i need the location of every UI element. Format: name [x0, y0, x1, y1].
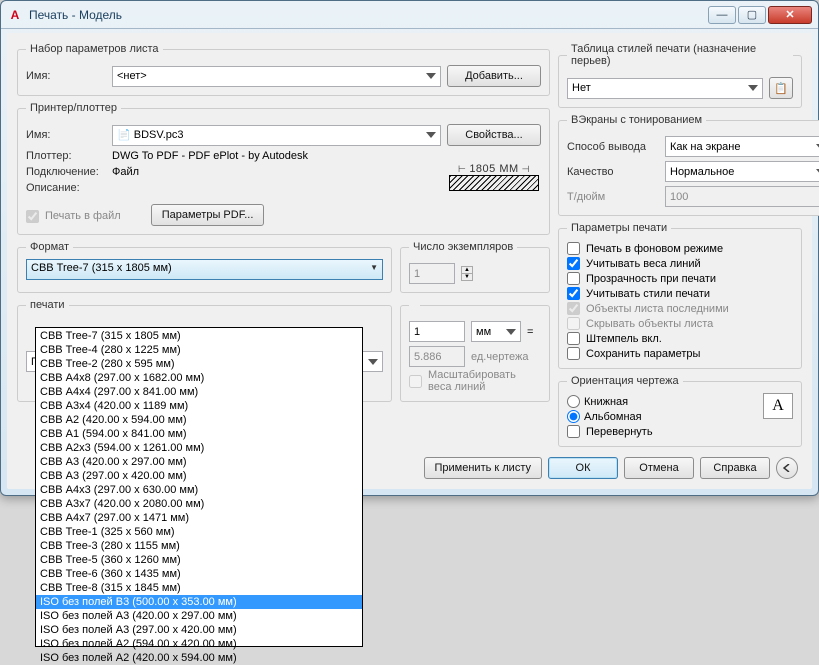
- scale-group: мм = ед.чертежа Масштабировать веса линий: [400, 299, 550, 402]
- format-group: Формат СВВ Tree-7 (315 x 1805 мм): [17, 241, 392, 293]
- style-table-edit-button[interactable]: 📋: [769, 77, 793, 99]
- printer-name-select[interactable]: 📄 BDSV.pc3: [112, 125, 441, 146]
- dialog-footer: Применить к листу ОК Отмена Справка: [424, 457, 799, 479]
- opt-stamp[interactable]: Штемпель вкл.: [567, 332, 793, 345]
- cancel-button[interactable]: Отмена: [624, 457, 694, 479]
- opt-lineweights[interactable]: Учитывать веса линий: [567, 257, 793, 270]
- printer-props-button[interactable]: Свойства...: [447, 124, 541, 146]
- dpi-label: Т/дюйм: [567, 191, 659, 203]
- format-option[interactable]: СВВ Tree-7 (315 x 1805 мм): [36, 329, 362, 343]
- orient-upside[interactable]: Перевернуть: [567, 425, 763, 438]
- dpi-input: [665, 186, 819, 207]
- plot-options-legend: Параметры печати: [567, 222, 671, 234]
- scale-units-input[interactable]: [409, 321, 465, 342]
- printer-legend: Принтер/плоттер: [26, 102, 121, 114]
- orientation-group: Ориентация чертежа Книжная Альбомная Пер…: [558, 375, 802, 447]
- style-table-select[interactable]: Нет: [567, 78, 763, 99]
- format-legend: Формат: [26, 241, 73, 253]
- shaded-viewport-group: ВЭкраны с тонированием Способ вывода Как …: [558, 114, 819, 216]
- close-button[interactable]: ✕: [768, 6, 812, 24]
- format-option[interactable]: СВВ Tree-3 (280 x 1155 мм): [36, 539, 362, 553]
- opt-plotstyles[interactable]: Учитывать стили печати: [567, 287, 793, 300]
- add-pagesetup-button[interactable]: Добавить...: [447, 65, 541, 87]
- format-option[interactable]: ISO без полей B3 (500.00 x 353.00 мм): [36, 595, 362, 609]
- plot-area-legend: печати: [26, 299, 69, 311]
- collapse-button[interactable]: [776, 457, 798, 479]
- paper-preview-icon: ⊢ 1805 MM ⊣: [447, 146, 541, 208]
- format-option[interactable]: ISO без полей A3 (420.00 x 297.00 мм): [36, 609, 362, 623]
- format-option[interactable]: ISO без полей A2 (594.00 x 420.00 мм): [36, 637, 362, 651]
- format-option[interactable]: СВВ A4x7 (297.00 x 1471 мм): [36, 511, 362, 525]
- format-option[interactable]: СВВ A2 (420.00 x 594.00 мм): [36, 413, 362, 427]
- connection-value: Файл: [112, 166, 139, 178]
- shade-mode-select[interactable]: Как на экране: [665, 136, 819, 157]
- format-option[interactable]: СВВ A3 (420.00 x 297.00 мм): [36, 455, 362, 469]
- copies-input: [409, 263, 455, 284]
- style-table-group: Таблица стилей печати (назначение перьев…: [558, 43, 802, 108]
- format-option[interactable]: СВВ A3 (297.00 x 420.00 мм): [36, 469, 362, 483]
- opt-hide-objects: Скрывать объекты листа: [567, 317, 793, 330]
- pdf-options-button[interactable]: Параметры PDF...: [151, 204, 265, 226]
- print-to-file-check: Печать в файл: [26, 210, 121, 223]
- connection-label: Подключение:: [26, 166, 106, 178]
- shaded-legend: ВЭкраны с тонированием: [567, 114, 706, 126]
- orientation-icon: A: [763, 393, 793, 419]
- format-option[interactable]: СВВ Tree-1 (325 x 560 мм): [36, 525, 362, 539]
- description-label: Описание:: [26, 182, 106, 194]
- orientation-legend: Ориентация чертежа: [567, 375, 683, 387]
- page-setup-name-select[interactable]: <нет>: [112, 66, 441, 87]
- orient-portrait[interactable]: Книжная: [567, 395, 763, 408]
- drawing-units-label: ед.чертежа: [471, 351, 528, 363]
- opt-paperspace-last: Объекты листа последними: [567, 302, 793, 315]
- shade-quality-label: Качество: [567, 166, 659, 178]
- paper-format-dropdown-list[interactable]: СВВ Tree-7 (315 x 1805 мм)СВВ Tree-4 (28…: [35, 327, 363, 647]
- orient-landscape[interactable]: Альбомная: [567, 410, 763, 423]
- format-option[interactable]: СВВ A2x3 (594.00 x 1261.00 мм): [36, 441, 362, 455]
- page-setup-group: Набор параметров листа Имя: <нет> Добави…: [17, 43, 550, 96]
- copies-legend: Число экземпляров: [409, 241, 517, 253]
- opt-background[interactable]: Печать в фоновом режиме: [567, 242, 793, 255]
- printer-group: Принтер/плоттер Имя: 📄 BDSV.pc3 Свойства…: [17, 102, 550, 235]
- ok-button[interactable]: ОК: [548, 457, 618, 479]
- scale-lineweights-check: Масштабировать веса линий: [409, 369, 541, 393]
- format-option[interactable]: СВВ A4x8 (297.00 x 1682.00 мм): [36, 371, 362, 385]
- format-option[interactable]: СВВ A3x7 (420.00 x 2080.00 мм): [36, 497, 362, 511]
- minimize-button[interactable]: —: [708, 6, 736, 24]
- format-option[interactable]: СВВ A4x3 (297.00 x 630.00 мм): [36, 483, 362, 497]
- format-option[interactable]: СВВ A1 (594.00 x 841.00 мм): [36, 427, 362, 441]
- window-title: Печать - Модель: [29, 8, 708, 22]
- format-option[interactable]: СВВ Tree-8 (315 x 1845 мм): [36, 581, 362, 595]
- paper-format-select[interactable]: СВВ Tree-7 (315 x 1805 мм): [26, 259, 383, 280]
- printer-name-label: Имя:: [26, 129, 106, 141]
- scale-drawing-input: [409, 346, 465, 367]
- copies-group: Число экземпляров ▲▼: [400, 241, 550, 293]
- format-option[interactable]: СВВ A4x4 (297.00 x 841.00 мм): [36, 385, 362, 399]
- format-option[interactable]: СВВ A3x4 (420.00 x 1189 мм): [36, 399, 362, 413]
- page-setup-legend: Набор параметров листа: [26, 43, 163, 55]
- equals-label: =: [527, 326, 533, 338]
- help-button[interactable]: Справка: [700, 457, 770, 479]
- format-option[interactable]: СВВ Tree-6 (360 x 1435 мм): [36, 567, 362, 581]
- format-option[interactable]: ISO без полей A2 (420.00 x 594.00 мм): [36, 651, 362, 665]
- format-option[interactable]: СВВ Tree-5 (360 x 1260 мм): [36, 553, 362, 567]
- opt-save-changes[interactable]: Сохранить параметры: [567, 347, 793, 360]
- scale-units-select[interactable]: мм: [471, 321, 521, 342]
- format-option[interactable]: ISO без полей A3 (297.00 x 420.00 мм): [36, 623, 362, 637]
- shade-mode-label: Способ вывода: [567, 141, 659, 153]
- plotter-label: Плоттер:: [26, 150, 106, 162]
- format-option[interactable]: СВВ Tree-2 (280 x 595 мм): [36, 357, 362, 371]
- page-setup-name-label: Имя:: [26, 70, 106, 82]
- apply-to-layout-button[interactable]: Применить к листу: [424, 457, 543, 479]
- opt-transparency[interactable]: Прозрачность при печати: [567, 272, 793, 285]
- titlebar[interactable]: A Печать - Модель — ▢ ✕: [1, 1, 818, 29]
- plot-options-group: Параметры печати Печать в фоновом режиме…: [558, 222, 802, 369]
- app-icon: A: [7, 7, 23, 23]
- maximize-button[interactable]: ▢: [738, 6, 766, 24]
- style-table-legend: Таблица стилей печати (назначение перьев…: [567, 43, 793, 67]
- format-option[interactable]: СВВ Tree-4 (280 x 1225 мм): [36, 343, 362, 357]
- plotter-value: DWG To PDF - PDF ePlot - by Autodesk: [112, 150, 308, 162]
- shade-quality-select[interactable]: Нормальное: [665, 161, 819, 182]
